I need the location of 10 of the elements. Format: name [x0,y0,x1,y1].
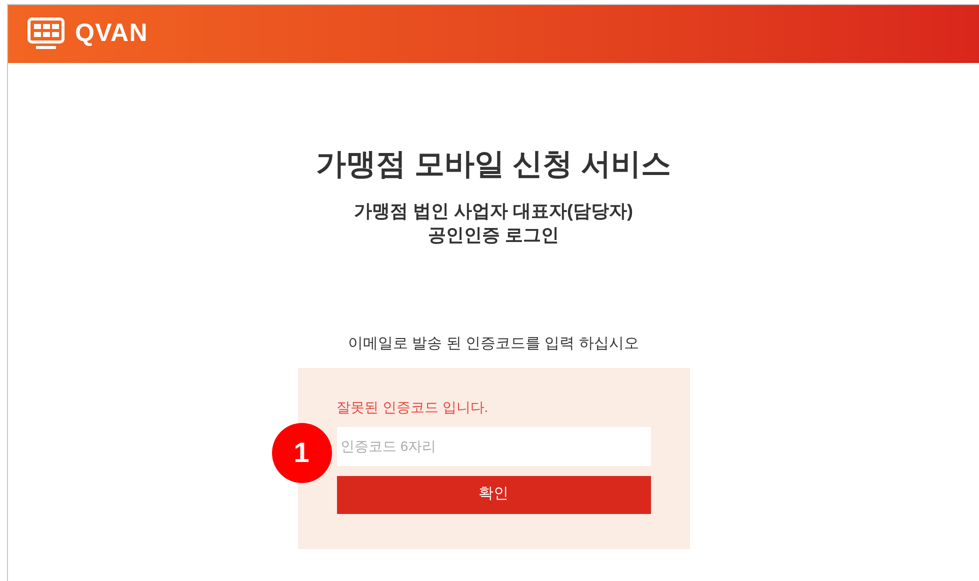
subtitle-text: 가맹점 법인 사업자 대표자(담당자) [354,200,633,223]
logo-text: QVAN [75,18,148,50]
confirm-button[interactable]: 확인 [336,476,650,514]
error-message: 잘못된 인증코드 입니다. [336,398,490,416]
step-badge: 1 [272,422,332,482]
instruction-text: 이메일로 발송 된 인증코드를 입력 하십시오 [348,334,639,354]
code-input-field[interactable]: 인증코드 6자리 [336,426,650,466]
subtitle-text: 공인인증 로그인 [428,224,559,247]
page-title: 가맹점 모바일 신청 서비스 [316,147,671,183]
monitor-grid-icon [27,17,65,51]
